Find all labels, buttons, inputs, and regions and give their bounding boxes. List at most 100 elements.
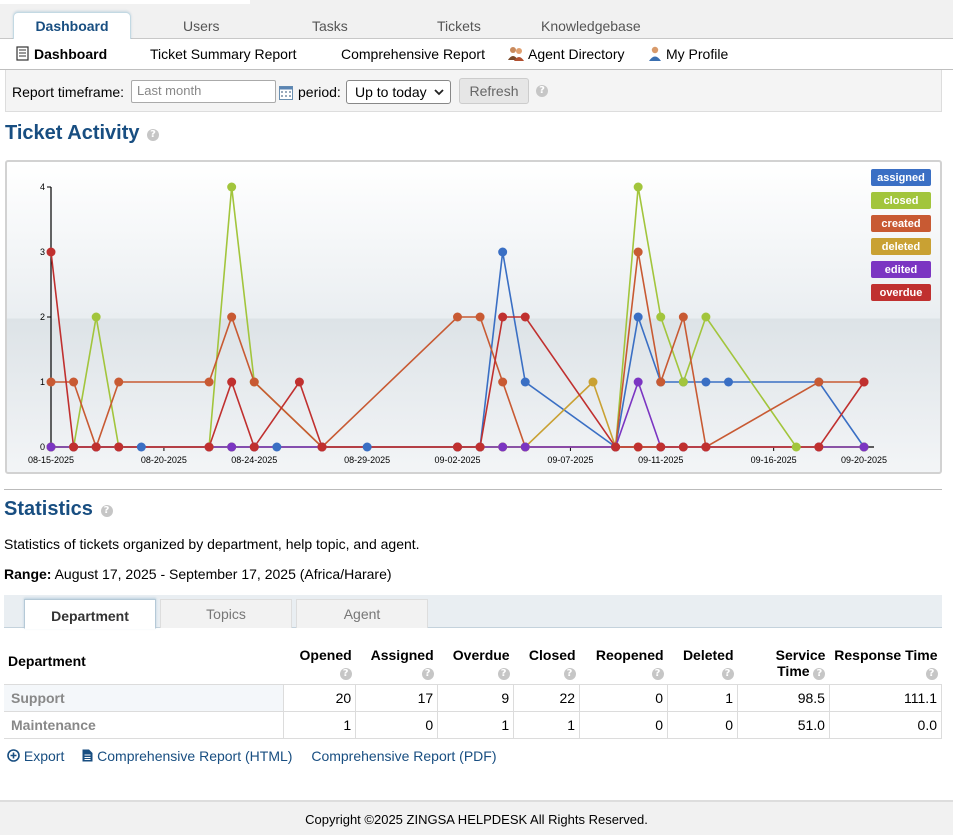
y-tick-label: 3 xyxy=(40,247,45,257)
data-point-created xyxy=(633,247,643,257)
data-point-created xyxy=(227,312,237,322)
report-links: Export Comprehensive Report (HTML) Compr… xyxy=(7,748,497,764)
data-point-overdue xyxy=(656,442,666,452)
data-point-overdue xyxy=(204,442,214,452)
data-point-closed xyxy=(91,312,101,322)
tab-topics[interactable]: Topics xyxy=(160,599,292,628)
data-point-created xyxy=(204,377,214,387)
x-tick-label: 08-24-2025 xyxy=(231,455,277,465)
help-icon[interactable]: ? xyxy=(813,667,826,680)
data-point-created xyxy=(69,377,79,387)
legend-label-created: created xyxy=(881,218,920,230)
help-icon[interactable]: ? xyxy=(100,505,113,517)
data-point-overdue xyxy=(453,442,462,452)
help-icon[interactable]: ? xyxy=(339,667,352,680)
dashboard-icon xyxy=(16,46,29,61)
subnav-ticket-summary-report[interactable]: Ticket Summary Report xyxy=(150,46,297,62)
help-icon[interactable]: ? xyxy=(147,129,160,141)
help-icon[interactable]: ? xyxy=(721,667,734,680)
help-icon[interactable]: ? xyxy=(925,667,938,680)
data-point-overdue xyxy=(294,377,304,387)
top-strip-highlight xyxy=(0,0,250,4)
export-link[interactable]: Export xyxy=(7,748,68,764)
column-header: Deleted? xyxy=(668,636,738,684)
data-point-overdue xyxy=(633,442,643,452)
chevron-down-icon xyxy=(434,89,444,96)
data-point-created xyxy=(453,312,462,322)
data-point-overdue xyxy=(498,312,508,322)
data-point-overdue xyxy=(611,442,621,452)
subnav-dashboard[interactable]: Dashboard xyxy=(16,46,107,62)
tab-knowledgebase[interactable]: Knowledgebase xyxy=(541,18,641,34)
ticket-activity-chart: 0 1 2 3 4 08-15-2025 08-20-2025 08-24-2025 08-29… xyxy=(5,160,942,474)
table-cell: 111.1 xyxy=(828,683,943,712)
tab-department[interactable]: Department xyxy=(24,599,156,629)
table-cell: 0 xyxy=(355,710,439,739)
period-select[interactable]: Up to today xyxy=(346,80,451,104)
series-line-deleted xyxy=(51,380,864,448)
data-point-created xyxy=(498,377,508,387)
legend-label-overdue: overdue xyxy=(880,287,923,299)
data-point-deleted xyxy=(588,377,598,387)
document-icon xyxy=(82,749,93,762)
x-tick-label: 08-15-2025 xyxy=(28,455,74,465)
column-header-label: Assigned xyxy=(370,646,434,663)
x-tick-label: 09-07-2025 xyxy=(547,455,593,465)
legend-label-edited: edited xyxy=(885,264,917,276)
column-header-label: Opened xyxy=(299,646,352,663)
data-point-overdue xyxy=(249,442,259,452)
comprehensive-pdf-link[interactable]: Comprehensive Report (PDF) xyxy=(311,748,496,764)
statistics-description: Statistics of tickets organized by depar… xyxy=(4,536,420,552)
column-header-label: Response Time xyxy=(834,646,938,663)
calendar-icon[interactable] xyxy=(279,85,293,100)
tab-agent[interactable]: Agent xyxy=(296,599,428,628)
subnav-agent-directory[interactable]: Agent Directory xyxy=(508,46,624,62)
x-tick-label: 09-20-2025 xyxy=(841,455,887,465)
data-point-edited xyxy=(498,442,508,452)
footer: Copyright ©2025 ZINGSA HELPDESK All Righ… xyxy=(0,800,953,835)
comprehensive-html-link[interactable]: Comprehensive Report (HTML) xyxy=(82,748,296,764)
column-header-label: Closed xyxy=(528,646,576,663)
table-cell: 20 xyxy=(283,683,357,712)
help-icon[interactable]: ? xyxy=(497,667,510,680)
legend-label-assigned: assigned xyxy=(877,172,925,184)
data-point-created xyxy=(475,312,485,322)
refresh-button[interactable]: Refresh xyxy=(459,78,529,104)
data-point-assigned xyxy=(498,247,508,257)
subnav-my-profile[interactable]: My Profile xyxy=(648,46,728,62)
table-cell: 1 xyxy=(437,710,515,739)
data-point-created xyxy=(249,377,259,387)
legend-label-deleted: deleted xyxy=(882,241,921,253)
legend-label-closed: closed xyxy=(884,195,919,207)
data-point-overdue xyxy=(859,377,869,387)
table-cell: 22 xyxy=(513,683,581,712)
table-cell: 51.0 xyxy=(737,710,830,739)
help-icon[interactable]: ? xyxy=(536,85,548,97)
data-point-edited xyxy=(520,442,530,452)
export-link-label: Export xyxy=(23,748,65,764)
timeframe-input[interactable]: Last month xyxy=(131,80,276,103)
tab-dashboard[interactable]: Dashboard xyxy=(13,12,131,40)
table-cell: 9 xyxy=(437,683,515,712)
column-header-label: Overdue xyxy=(452,646,510,663)
data-point-overdue xyxy=(701,442,711,452)
help-icon[interactable]: ? xyxy=(421,667,434,680)
y-tick-label: 0 xyxy=(40,442,45,452)
help-icon[interactable]: ? xyxy=(651,667,664,680)
tab-tickets[interactable]: Tickets xyxy=(437,18,481,34)
statistics-title: Statistics ? xyxy=(4,498,113,521)
range-value: August 17, 2025 - September 17, 2025 (Af… xyxy=(54,566,392,582)
period-label: period: xyxy=(298,84,341,100)
help-icon[interactable]: ? xyxy=(563,667,576,680)
data-point-closed xyxy=(633,182,643,192)
data-point-assigned xyxy=(701,377,711,387)
x-tick-label: 09-11-2025 xyxy=(638,455,683,465)
table-cell: Support xyxy=(4,683,285,712)
subnav-my-profile-label: My Profile xyxy=(666,46,729,62)
tab-tasks[interactable]: Tasks xyxy=(312,18,348,34)
subnav-comprehensive-report[interactable]: Comprehensive Report xyxy=(341,46,485,62)
tab-users[interactable]: Users xyxy=(183,18,220,34)
data-point-overdue xyxy=(678,442,688,452)
table-cell: 0.0 xyxy=(828,710,943,739)
series-line-assigned xyxy=(51,251,865,449)
